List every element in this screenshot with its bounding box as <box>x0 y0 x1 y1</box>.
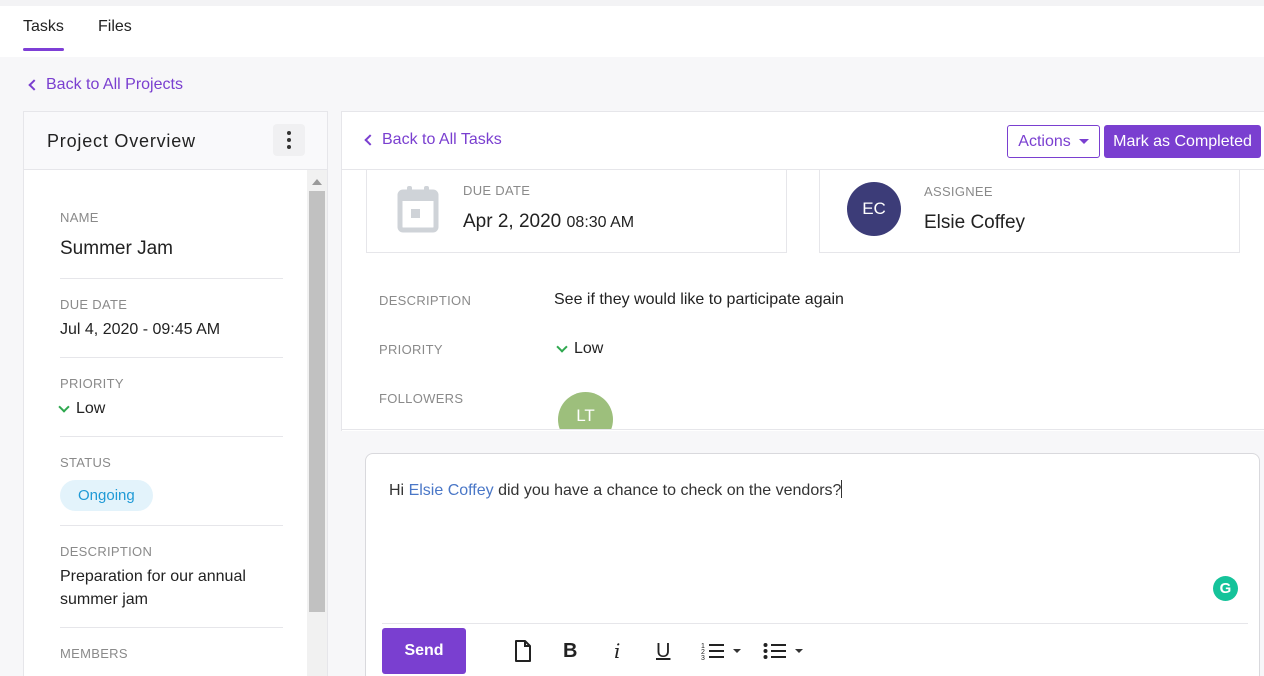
project-description-value: Preparation for our annual summer jam <box>60 568 246 608</box>
comment-prefix: Hi <box>389 482 405 499</box>
project-due-date-label: DUE DATE <box>60 297 128 312</box>
tab-tasks[interactable]: Tasks <box>23 18 64 51</box>
back-to-projects-link[interactable]: Back to All Projects <box>28 76 183 94</box>
project-name-value: Summer Jam <box>60 238 173 259</box>
project-due-date-field: DUE DATE Jul 4, 2020 - 09:45 AM <box>60 297 283 358</box>
project-status-label: STATUS <box>60 455 112 470</box>
mark-as-completed-button[interactable]: Mark as Completed <box>1104 125 1261 158</box>
scroll-up-arrow-icon[interactable] <box>312 179 322 185</box>
assignee-card: EC ASSIGNEE Elsie Coffey <box>819 170 1240 253</box>
scrollbar-thumb[interactable] <box>309 191 325 612</box>
mention-link[interactable]: Elsie Coffey <box>409 482 494 499</box>
task-priority-value: Low <box>574 340 604 357</box>
bullet-list-button[interactable] <box>763 638 803 664</box>
project-due-date-value: Jul 4, 2020 - 09:45 AM <box>60 321 221 338</box>
chevron-down-icon <box>556 341 568 353</box>
assignee-name: Elsie Coffey <box>924 212 1026 233</box>
task-detail-header: Back to All Tasks Actions Mark as Comple… <box>342 112 1264 170</box>
tab-files[interactable]: Files <box>98 18 132 36</box>
task-due-date-value: Apr 2, 2020 08:30 AM <box>463 211 634 233</box>
svg-text:3: 3 <box>701 655 705 661</box>
scrollbar[interactable] <box>307 170 327 676</box>
project-priority-label: PRIORITY <box>60 376 124 391</box>
text-cursor <box>841 480 843 498</box>
task-due-time: 08:30 AM <box>566 214 635 231</box>
project-description-label: DESCRIPTION <box>60 544 153 559</box>
calendar-icon <box>397 186 439 233</box>
task-priority-row: Low <box>556 340 604 358</box>
actions-label: Actions <box>1018 132 1071 150</box>
attach-file-button[interactable] <box>514 638 532 664</box>
chevron-left-icon <box>28 79 40 91</box>
project-name-field: NAME Summer Jam <box>60 210 283 279</box>
caret-down-icon[interactable] <box>795 649 803 653</box>
comment-suffix: did you have a chance to check on the ve… <box>498 482 842 499</box>
task-description-label: DESCRIPTION <box>379 293 472 308</box>
kebab-dot-icon <box>287 138 291 142</box>
project-status-field: STATUS Ongoing <box>60 455 283 526</box>
ordered-list-button[interactable]: 1 2 3 <box>701 638 741 664</box>
project-description-field: DESCRIPTION Preparation for our annual s… <box>60 544 283 628</box>
kebab-dot-icon <box>287 145 291 149</box>
project-overview-panel: Project Overview NAME Summer Jam DUE DAT… <box>23 111 328 676</box>
actions-dropdown-button[interactable]: Actions <box>1007 125 1100 158</box>
chevron-down-icon <box>58 401 70 413</box>
task-due-date-label: DUE DATE <box>463 183 531 198</box>
due-date-card: DUE DATE Apr 2, 2020 08:30 AM <box>366 170 787 253</box>
project-overview-header: Project Overview <box>24 112 327 170</box>
project-overview-title: Project Overview <box>47 131 196 151</box>
project-priority-value: Low <box>76 400 106 417</box>
project-members-label: MEMBERS <box>60 646 128 661</box>
project-priority-field: PRIORITY Low <box>58 376 283 437</box>
send-button[interactable]: Send <box>382 628 466 674</box>
status-badge: Ongoing <box>60 480 153 511</box>
follower-avatar[interactable]: LT <box>558 392 613 430</box>
underline-button[interactable]: U <box>656 638 670 664</box>
assignee-label: ASSIGNEE <box>924 184 993 199</box>
task-due-date: Apr 2, 2020 <box>463 211 562 232</box>
chevron-left-icon <box>364 134 376 146</box>
task-priority-label: PRIORITY <box>379 342 443 357</box>
ordered-list-icon: 1 2 3 <box>701 643 724 661</box>
italic-button[interactable]: i <box>614 638 620 664</box>
followers-label: FOLLOWERS <box>379 391 464 406</box>
caret-down-icon <box>1078 139 1089 144</box>
comment-editor[interactable]: Hi Elsie Coffey did you have a chance to… <box>365 453 1260 676</box>
bullet-list-icon <box>763 643 786 659</box>
project-priority-row: Low <box>58 400 283 418</box>
task-detail-panel: Back to All Tasks Actions Mark as Comple… <box>341 111 1264 431</box>
avatar: EC <box>847 182 901 236</box>
kebab-dot-icon <box>287 131 291 135</box>
comment-divider <box>341 429 1264 430</box>
file-icon <box>515 640 531 662</box>
back-to-projects-label: Back to All Projects <box>46 76 183 93</box>
back-to-tasks-link[interactable]: Back to All Tasks <box>364 131 502 149</box>
bold-button[interactable]: B <box>563 638 577 664</box>
top-tab-bar: Tasks Files <box>0 0 1264 57</box>
caret-down-icon[interactable] <box>733 649 741 653</box>
editor-toolbar-divider <box>382 623 1248 624</box>
task-detail-viewport: Back to All Tasks Actions Mark as Comple… <box>342 112 1264 430</box>
back-to-tasks-label: Back to All Tasks <box>382 131 502 148</box>
project-members-field: MEMBERS <box>60 646 283 661</box>
grammarly-icon[interactable]: G <box>1213 576 1238 601</box>
task-description-value: See if they would like to participate ag… <box>554 291 844 308</box>
comment-text[interactable]: Hi Elsie Coffey did you have a chance to… <box>389 480 843 500</box>
more-options-button[interactable] <box>273 124 305 156</box>
project-name-label: NAME <box>60 210 99 225</box>
